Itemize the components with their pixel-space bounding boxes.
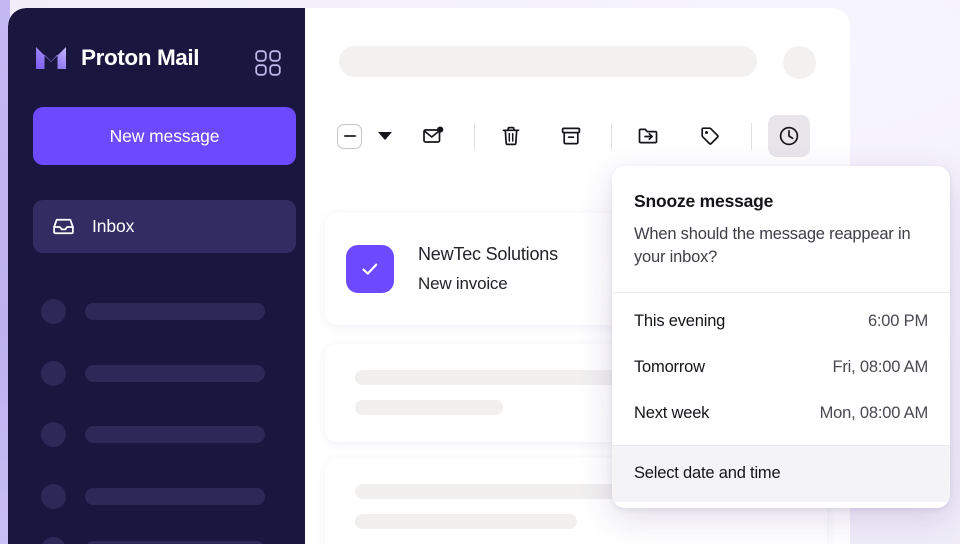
envelope-unread-icon [421, 124, 445, 148]
toolbar-separator [611, 123, 612, 150]
sidebar-skeleton-bar [85, 365, 265, 382]
sidebar-item-inbox-label: Inbox [92, 216, 134, 237]
new-message-button[interactable]: New message [33, 107, 296, 165]
select-date-and-time-label: Select date and time [634, 464, 780, 483]
search-input[interactable] [339, 46, 757, 77]
label-button[interactable] [689, 115, 731, 157]
mail-sender: NewTec Solutions [418, 244, 558, 265]
move-to-folder-button[interactable] [627, 115, 669, 157]
sidebar-skeleton-item [41, 537, 265, 544]
select-date-and-time-button[interactable]: Select date and time [612, 446, 950, 502]
page-backdrop: Proton Mail New message Inbox [0, 0, 960, 544]
sidebar-skeleton-item [41, 422, 265, 447]
snooze-button[interactable] [768, 115, 810, 157]
sidebar: Proton Mail New message Inbox [8, 8, 305, 544]
snooze-popup: Snooze message When should the message r… [612, 166, 950, 508]
snooze-option-label: Tomorrow [634, 358, 705, 377]
tag-icon [698, 124, 722, 148]
snooze-option-value: Fri, 08:00 AM [832, 358, 928, 377]
sidebar-skeleton-dot [41, 299, 66, 324]
toolbar-separator [751, 123, 752, 150]
snooze-popup-description: When should the message reappear in your… [634, 223, 928, 270]
snooze-option-list: This evening 6:00 PM Tomorrow Fri, 08:00… [612, 293, 950, 445]
mail-text-block: NewTec Solutions New invoice [418, 244, 558, 294]
sidebar-skeleton-bar [85, 303, 265, 320]
clock-icon [777, 124, 801, 148]
toolbar-separator [474, 123, 475, 150]
archive-box-icon [559, 124, 583, 148]
sidebar-skeleton-dot [41, 422, 66, 447]
mail-subject: New invoice [418, 274, 558, 294]
mail-toolbar [305, 103, 850, 169]
sidebar-skeleton-item [41, 299, 265, 324]
inbox-tray-icon [51, 214, 76, 239]
proton-mail-m-logo [34, 41, 68, 75]
select-all-checkbox[interactable] [337, 124, 362, 149]
snooze-option-this-evening[interactable]: This evening 6:00 PM [612, 299, 950, 345]
sidebar-skeleton-bar [85, 488, 265, 505]
select-all-dropdown[interactable] [378, 132, 392, 140]
apps-grid-icon[interactable] [255, 50, 281, 76]
snooze-popup-title: Snooze message [634, 191, 928, 212]
snooze-option-label: Next week [634, 404, 709, 423]
checkbox-indeterminate-icon [337, 124, 362, 149]
snooze-option-value: Mon, 08:00 AM [820, 404, 928, 423]
brand-name: Proton Mail [81, 45, 199, 71]
delete-button[interactable] [490, 115, 532, 157]
sidebar-skeleton-dot [41, 361, 66, 386]
sidebar-item-inbox[interactable]: Inbox [33, 200, 296, 253]
archive-button[interactable] [550, 115, 592, 157]
checkmark-icon [357, 256, 383, 282]
caret-down-icon [378, 132, 392, 140]
mark-as-unread-button[interactable] [412, 115, 454, 157]
sidebar-skeleton-item [41, 484, 265, 509]
sidebar-skeleton-bar [85, 426, 265, 443]
snooze-option-next-week[interactable]: Next week Mon, 08:00 AM [612, 391, 950, 437]
brand: Proton Mail [34, 38, 199, 78]
skeleton-line [355, 400, 503, 415]
snooze-option-value: 6:00 PM [868, 312, 928, 331]
folder-arrow-icon [636, 124, 660, 148]
snooze-option-tomorrow[interactable]: Tomorrow Fri, 08:00 AM [612, 345, 950, 391]
snooze-option-label: This evening [634, 312, 725, 331]
avatar[interactable] [783, 46, 816, 79]
sidebar-skeleton-dot [41, 537, 66, 544]
sidebar-skeleton-item [41, 361, 265, 386]
snooze-popup-header: Snooze message When should the message r… [612, 166, 950, 293]
trash-icon [499, 124, 523, 148]
mail-checkbox-checked[interactable] [346, 245, 394, 293]
sidebar-skeleton-dot [41, 484, 66, 509]
skeleton-line [355, 514, 577, 529]
